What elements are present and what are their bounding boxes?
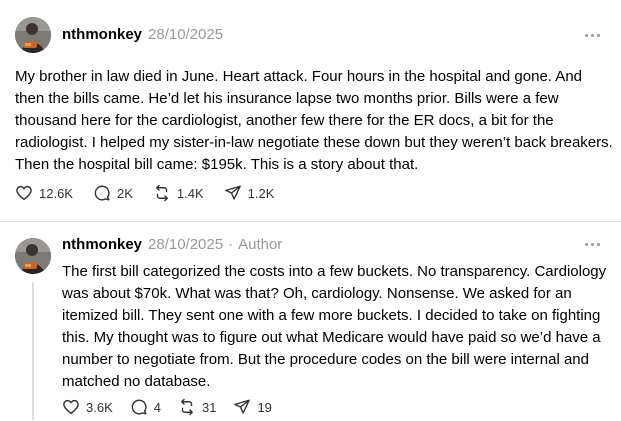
reply-button[interactable]: 2K	[93, 184, 133, 202]
share-button[interactable]: 19	[233, 398, 272, 416]
repost-arrows-icon	[155, 184, 168, 202]
thread-line	[32, 282, 34, 420]
timestamp[interactable]: 28/10/2025	[148, 236, 223, 253]
repost-count: 1.4K	[176, 185, 204, 201]
post-header: nthmonkey 28/10/2025	[62, 24, 223, 44]
more-options-button[interactable]	[581, 28, 603, 42]
more-horizontal-icon	[583, 242, 601, 246]
share-count: 1.2K	[247, 185, 275, 201]
like-button[interactable]: 3.6K	[62, 398, 113, 416]
author-tag: Author	[238, 235, 283, 253]
send-paper-plane-icon	[234, 399, 251, 414]
post-header: nthmonkey 28/10/2025 · Author	[62, 234, 282, 254]
username[interactable]: nthmonkey	[62, 26, 142, 43]
reply-count: 4	[153, 399, 161, 415]
avatar[interactable]	[15, 17, 51, 53]
send-paper-plane-icon	[224, 185, 241, 200]
reply-count: 2K	[116, 185, 133, 201]
more-horizontal-icon	[583, 33, 601, 37]
share-count: 19	[257, 399, 272, 415]
like-count: 12.6K	[39, 185, 73, 201]
repost-count: 31	[201, 399, 217, 415]
repost-button[interactable]: 31	[178, 398, 216, 416]
username[interactable]: nthmonkey	[62, 236, 142, 253]
comment-bubble-icon	[131, 399, 147, 415]
reply-button[interactable]: 4	[130, 398, 161, 416]
post-text: My brother in law died in June. Heart at…	[15, 68, 613, 173]
avatar-photo-icon	[15, 17, 51, 53]
more-options-button[interactable]	[581, 237, 603, 251]
avatar-photo-icon	[15, 238, 51, 274]
share-button[interactable]: 1.2K	[224, 184, 275, 202]
post-text: The first bill categorized the costs int…	[62, 263, 607, 390]
repost-arrows-icon	[181, 398, 193, 416]
avatar[interactable]	[15, 238, 51, 274]
header-separator: ·	[228, 235, 234, 253]
timestamp[interactable]: 28/10/2025	[148, 26, 223, 43]
action-bar: 12.6K 2K 1.4K 1.2K	[15, 184, 294, 202]
post: nthmonkey 28/10/2025 · Author The first …	[0, 222, 621, 421]
like-count: 3.6K	[86, 399, 113, 415]
comment-bubble-icon	[94, 185, 110, 201]
heart-icon	[63, 399, 79, 415]
action-bar: 3.6K 4 31 19	[62, 398, 289, 416]
heart-icon	[16, 185, 32, 201]
like-button[interactable]: 12.6K	[15, 184, 73, 202]
post: nthmonkey 28/10/2025 My brother in law d…	[0, 0, 621, 222]
repost-button[interactable]: 1.4K	[153, 184, 204, 202]
